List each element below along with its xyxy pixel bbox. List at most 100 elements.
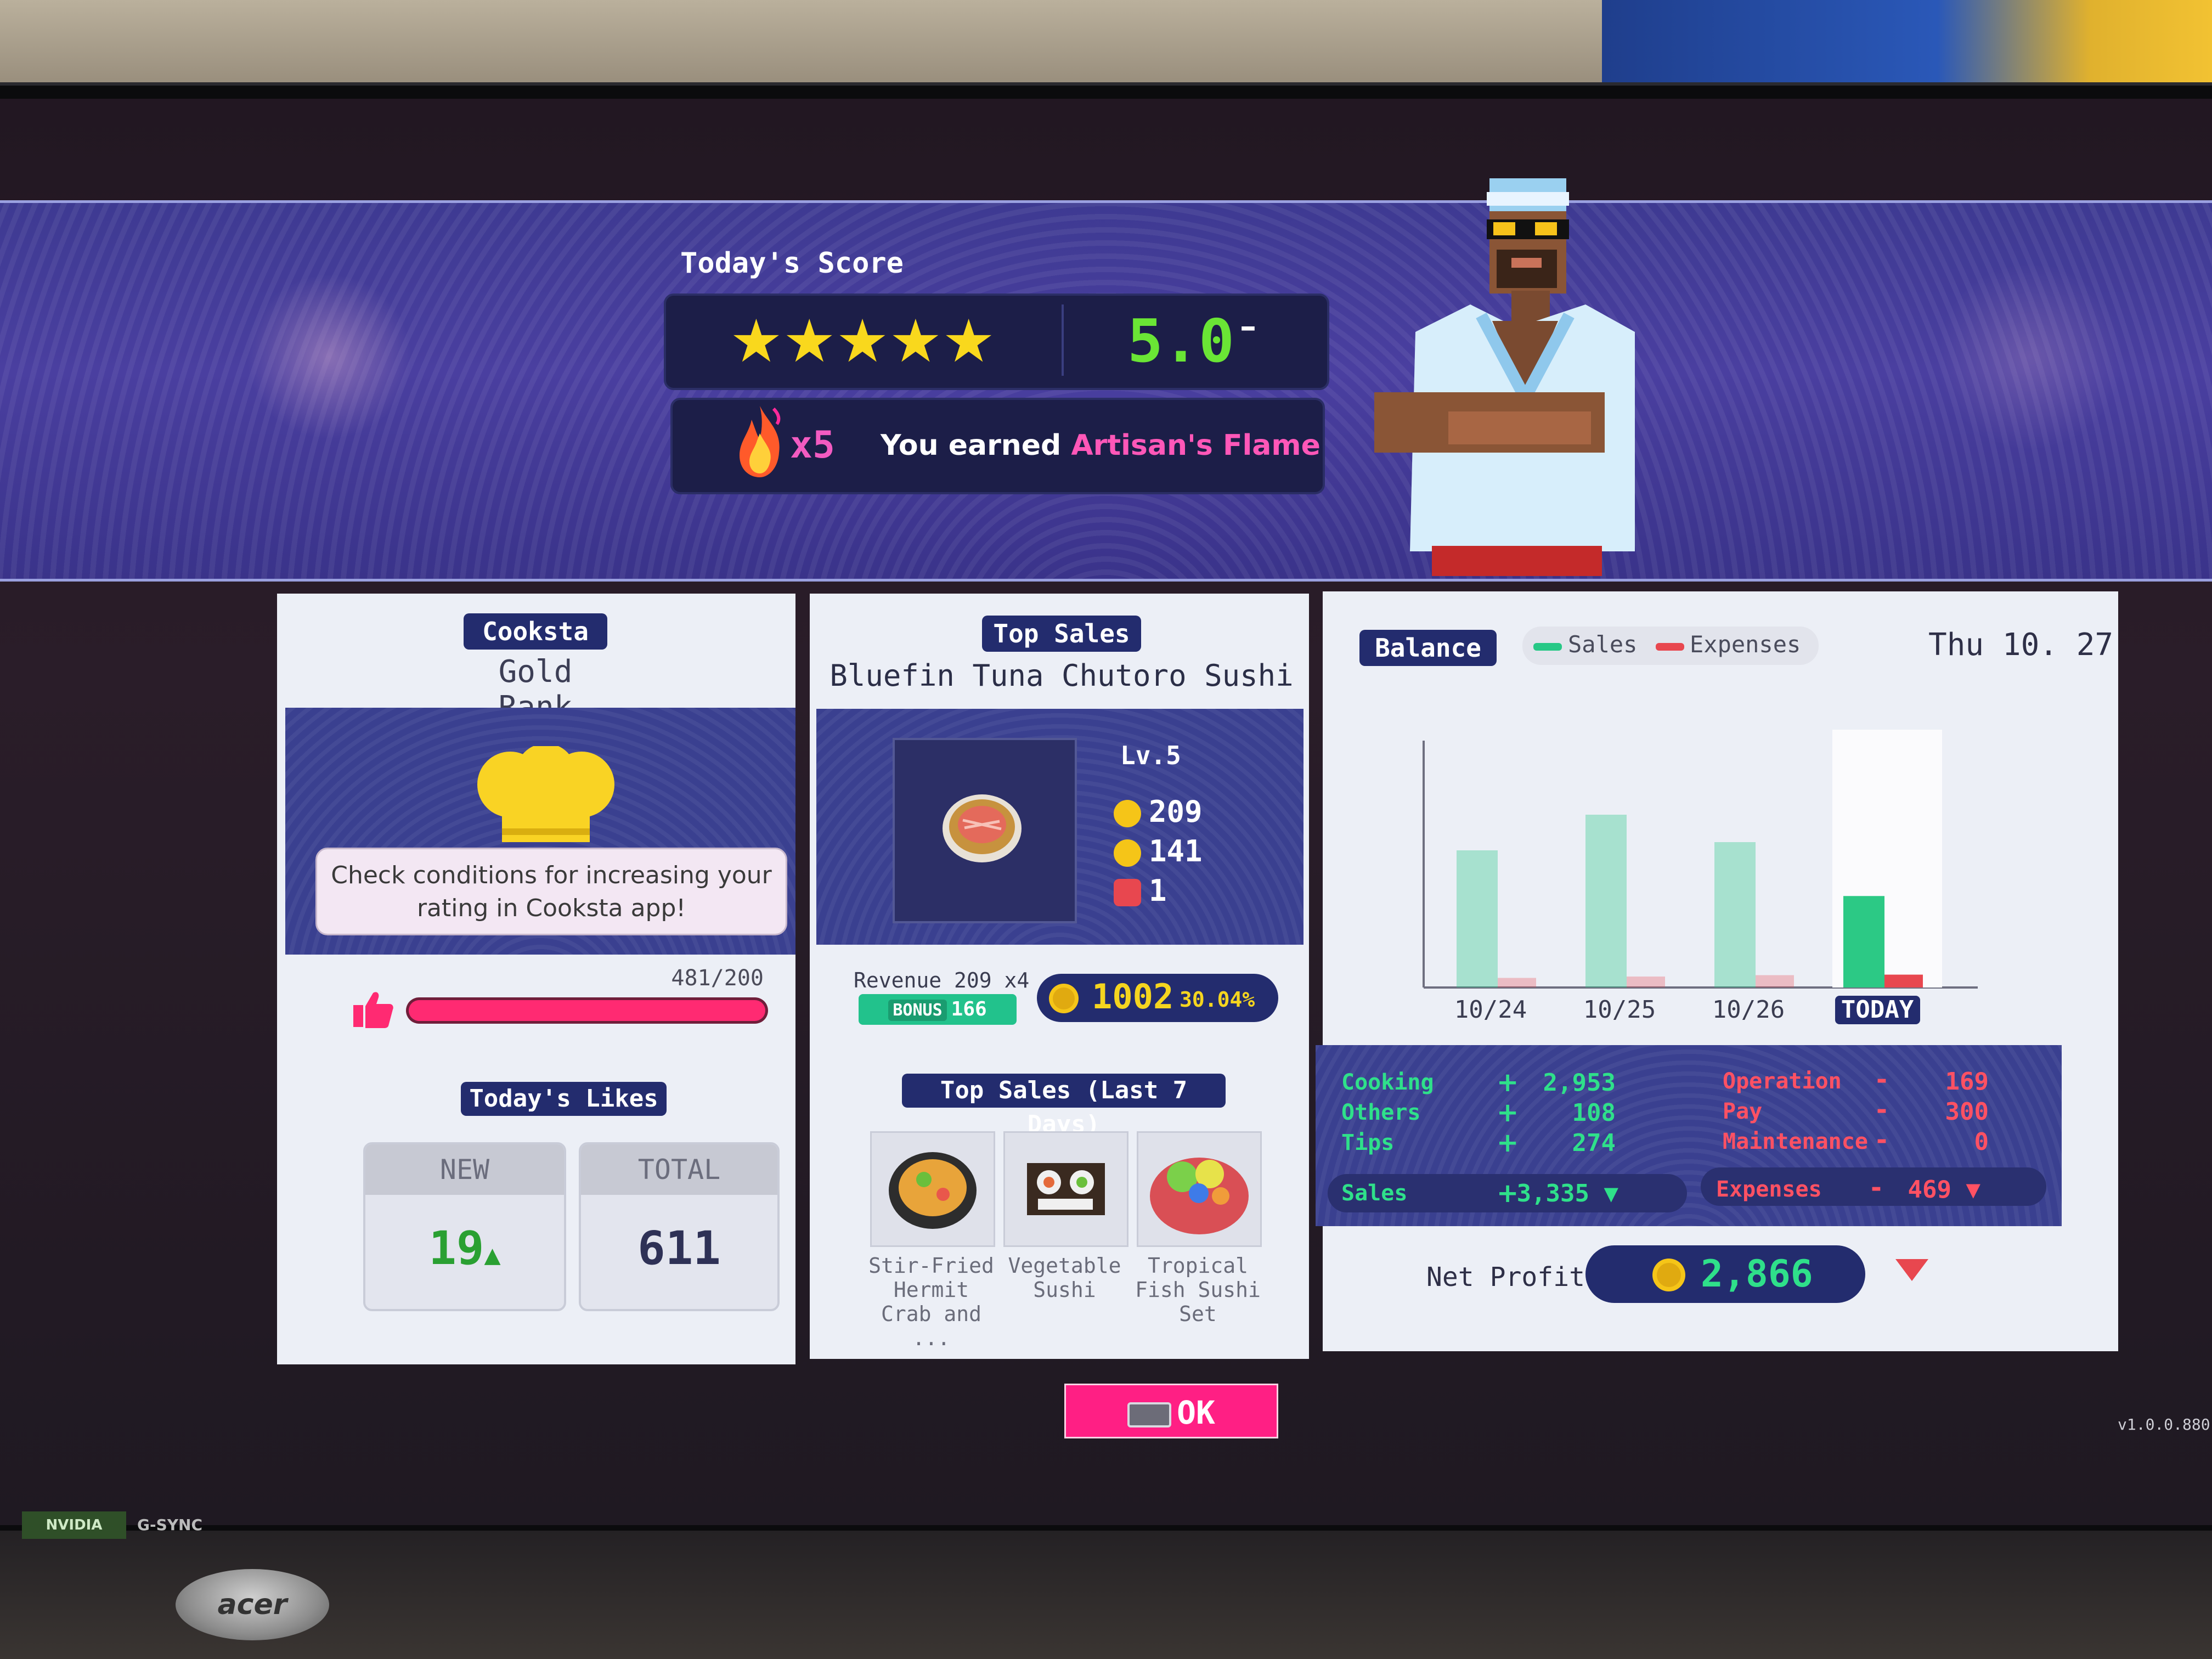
score-value: 5.0 [1127,307,1235,376]
dish-count-value: 1 [1149,873,1167,908]
balance-chart: 10/24 10/25 10/26 TODAY [1423,730,1978,1024]
revenue-total: 1002 [1092,977,1174,1017]
x-tick-label: TODAY [1841,996,1914,1024]
week-item-1-image [870,1131,995,1247]
ok-button[interactable]: OK [1064,1384,1278,1438]
others-value: 108 [1572,1099,1616,1127]
dish-price: 209 [1114,794,1203,829]
revenue-percent: 30.04% [1180,988,1255,1012]
week-item-1-name: Stir-Fried Hermit Crab and ... [868,1254,994,1350]
crab-dish-icon [889,1152,977,1229]
tuna-sushi-icon [943,794,1022,862]
operation-value: 169 [1945,1068,1989,1096]
dish-price-value: 209 [1149,794,1203,829]
flame-multiplier: x5 [790,424,835,467]
operation-label: Operation [1723,1069,1842,1094]
coin-icon [1114,800,1141,828]
net-profit-value: 2,866 [1701,1252,1813,1296]
expenses-bar [1498,978,1536,988]
new-likes-number: 19 [428,1221,484,1275]
new-likes-box: NEW 19▲ [363,1142,566,1311]
sales-bar [1714,842,1756,988]
gsync-label: G-SYNC [137,1516,203,1534]
x-tick-label: 10/25 [1583,996,1656,1024]
others-label: Others [1341,1100,1421,1125]
total-likes-box: TOTAL 611 [579,1142,780,1311]
net-profit-label: Net Profit [1426,1262,1585,1293]
enter-key-icon [1127,1402,1172,1427]
balance-badge: Balance [1359,630,1497,666]
expenses-bar [1627,977,1665,988]
x-tick-label: 10/26 [1712,996,1785,1024]
sales-value[interactable]: 3,335 ▼ [1481,1180,1618,1207]
smiley-icon [1114,839,1141,867]
likes-progress-fill [409,1000,765,1021]
pay-value: 300 [1945,1098,1989,1126]
flame-name: Artisan's Flame [1071,429,1321,462]
todays-likes-title: Today's Likes [461,1082,667,1116]
coin-icon [1652,1259,1685,1291]
new-likes-value: 19▲ [365,1221,564,1275]
score-trend: – [1240,307,1256,346]
expenses-bar [1756,975,1794,988]
flame-icon [740,406,781,477]
thumbs-up-icon [353,992,393,1028]
sales-bar [1585,815,1627,988]
version-label: v1.0.0.880 [2118,1415,2210,1434]
sales-bar [1457,850,1498,988]
ok-button-label: OK [1177,1394,1215,1431]
sales-label: Sales [1341,1181,1408,1206]
cooking-value: 2,953 [1543,1069,1616,1097]
legend-expenses-swatch [1656,643,1684,651]
flame-earned-text: You earned Artisan's Flame [881,429,1321,462]
vegetable-sushi-icon [1027,1163,1105,1215]
expenses-bar [1884,974,1923,988]
pay-label: Pay [1723,1099,1763,1124]
chef-character [1374,178,1635,576]
bonus-value: 166 [951,998,987,1020]
nvidia-badge: NVIDIA [22,1511,126,1539]
top-sales-badge: Top Sales [982,616,1141,652]
legend-sales-swatch [1533,643,1562,651]
tropical-sushi-icon [1150,1158,1249,1234]
cooking-label: Cooking [1341,1070,1434,1095]
maintenance-label: Maintenance [1723,1129,1868,1154]
expenses-value[interactable]: 469 ▼ [1871,1176,1980,1204]
total-likes-value: 611 [637,1221,721,1275]
dish-fans: 141 [1114,834,1203,868]
coin-icon [1049,984,1079,1013]
tips-value: 274 [1572,1129,1616,1157]
x-tick-label: 10/24 [1454,996,1527,1024]
dish-fans-value: 141 [1149,834,1203,868]
sales-bar [1843,896,1884,988]
rating-tooltip: Check conditions for increasing your rat… [315,848,787,935]
balance-date: Thu 10. 27 [1928,627,2114,663]
score-divider [1062,304,1064,376]
likes-progress-text: 481/200 [671,966,764,991]
cooksta-badge: Cooksta [464,613,607,650]
bonus-label: BONUS [888,1000,947,1021]
dish-count: 1 [1114,873,1167,908]
new-likes-label: NEW [365,1144,564,1195]
up-arrow-icon: ▲ [484,1239,501,1271]
revenue-text: Revenue 209 x4 [854,968,1030,992]
star-rating: ★★★★★ [730,307,996,376]
bonus-badge: BONUS 166 [859,994,1017,1025]
week-top-sales-title: Top Sales (Last 7 Days) [902,1074,1226,1138]
dish-level: Lv.5 [1120,741,1181,770]
expenses-label: Expenses [1716,1177,1822,1202]
week-item-3-name: Tropical Fish Sushi Set [1135,1254,1261,1326]
total-likes-label: TOTAL [581,1144,777,1195]
stand-brand: acer [217,1588,287,1621]
week-item-2-name: Vegetable Sushi [1008,1254,1121,1302]
score-title: Today's Score [680,247,904,280]
chef-hat-icon [477,746,614,842]
chopsticks-icon [1114,879,1141,907]
top-dish-name: Bluefin Tuna Chutoro Sushi [830,658,1294,693]
maintenance-value: 0 [1974,1128,1989,1156]
desk [0,1531,2212,1659]
score-banner [0,200,2212,582]
earned-prefix: You earned [881,429,1062,462]
legend-sales-label: Sales [1568,631,1638,658]
legend-expenses-label: Expenses [1690,631,1801,658]
